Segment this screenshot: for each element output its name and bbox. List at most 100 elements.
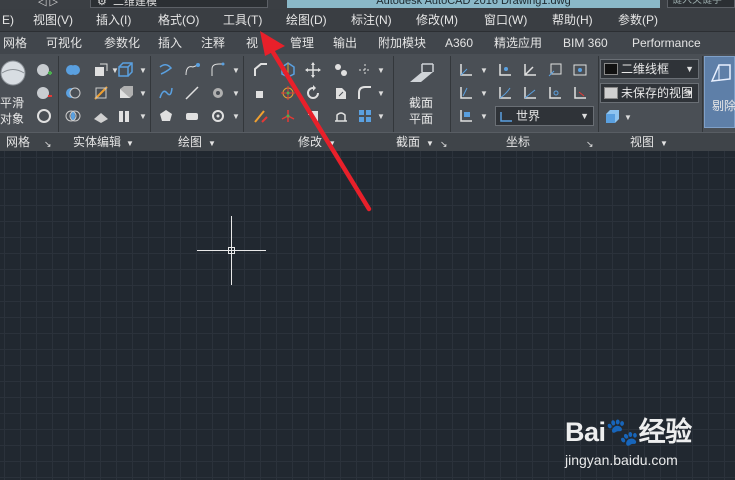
chevron-down-icon[interactable]: ▼ xyxy=(480,113,488,121)
named-view-combo[interactable]: 未保存的视图 ▼ xyxy=(600,83,699,103)
ucs-icon[interactable] xyxy=(457,61,475,79)
menu-view[interactable]: 视图(V) xyxy=(33,13,73,28)
chevron-down-icon[interactable]: ▼ xyxy=(232,113,240,121)
tab-output[interactable]: 输出 xyxy=(333,36,357,50)
chevron-down-icon[interactable]: ▼ xyxy=(660,137,668,151)
check-icon[interactable] xyxy=(116,107,134,125)
chevron-down-icon[interactable]: ▼ xyxy=(480,67,488,75)
offset-icon[interactable] xyxy=(332,84,350,102)
chevron-down-icon[interactable]: ▼ xyxy=(232,90,240,98)
menu-window[interactable]: 窗口(W) xyxy=(484,13,527,28)
curve-icon[interactable] xyxy=(157,84,175,102)
mesh-smooth-more-icon[interactable] xyxy=(35,61,53,79)
menu-parametric[interactable]: 参数(P) xyxy=(618,13,658,28)
tab-addins[interactable]: 附加模块 xyxy=(378,36,426,50)
line-icon[interactable] xyxy=(183,84,201,102)
polygon-icon[interactable] xyxy=(157,107,175,125)
chamfer-icon[interactable] xyxy=(356,84,374,102)
smooth-object-icon[interactable] xyxy=(0,60,26,86)
chevron-down-icon[interactable]: ▼ xyxy=(624,114,632,122)
chevron-down-icon[interactable]: ▼ xyxy=(377,113,385,121)
fillet-icon[interactable] xyxy=(252,61,270,79)
gizmo-icon[interactable] xyxy=(252,84,270,102)
move-icon[interactable] xyxy=(304,61,322,79)
ucs-view-icon[interactable] xyxy=(571,61,589,79)
polyline-icon[interactable] xyxy=(157,61,175,79)
tab-view[interactable]: 视 xyxy=(246,36,258,50)
menu-format[interactable]: 格式(O) xyxy=(158,13,199,28)
panel-section-label[interactable]: 截面 xyxy=(396,135,420,149)
chevron-down-icon[interactable]: ▼ xyxy=(328,137,336,151)
menu-tools[interactable]: 工具(T) xyxy=(223,13,262,28)
spline-icon[interactable] xyxy=(209,61,227,79)
tab-featured-apps[interactable]: 精选应用 xyxy=(494,36,542,50)
ucs-x-rotate-icon[interactable] xyxy=(571,84,589,102)
chevron-down-icon[interactable]: ▼ xyxy=(377,90,385,98)
tab-bim360[interactable]: BIM 360 xyxy=(563,36,608,50)
panel-coordinates-label[interactable]: 坐标 xyxy=(506,135,530,149)
menu-help[interactable]: 帮助(H) xyxy=(552,13,593,28)
ucs-named-icon[interactable] xyxy=(457,84,475,102)
menu-dimension[interactable]: 标注(N) xyxy=(351,13,392,28)
workspace-dropdown[interactable]: ⚙ 二维建模 xyxy=(90,0,268,8)
intersect-icon[interactable] xyxy=(64,107,82,125)
tab-visualize[interactable]: 可视化 xyxy=(46,36,82,50)
panel-draw-label[interactable]: 绘图 xyxy=(178,135,202,149)
chevron-down-icon[interactable]: ▼ xyxy=(208,137,216,151)
viewcube-icon[interactable] xyxy=(603,108,621,126)
chevron-down-icon[interactable]: ▼ xyxy=(377,67,385,75)
tab-mesh[interactable]: 网格 xyxy=(3,36,27,50)
mesh-refine-icon[interactable] xyxy=(35,107,53,125)
subtract-icon[interactable] xyxy=(64,84,82,102)
panel-mesh-label[interactable]: 网格 xyxy=(6,135,30,149)
3d-align-icon[interactable] xyxy=(279,107,297,125)
panel-solid-editing-label[interactable]: 实体编辑 xyxy=(73,135,121,149)
chevron-down-icon[interactable]: ▼ xyxy=(126,137,134,151)
3d-scale-icon[interactable] xyxy=(304,107,322,125)
menu-insert[interactable]: 插入(I) xyxy=(96,13,131,28)
slice-icon[interactable] xyxy=(92,84,110,102)
menu-edit[interactable]: E) xyxy=(2,13,14,28)
visual-style-combo[interactable]: 二维线框 ▼ xyxy=(600,59,699,79)
ucs-3point-icon[interactable] xyxy=(546,84,564,102)
chevron-down-icon[interactable]: ▼ xyxy=(139,90,147,98)
chevron-down-icon[interactable]: ▼ xyxy=(232,67,240,75)
chevron-down-icon[interactable]: ▼ xyxy=(480,90,488,98)
extract-edges-icon[interactable] xyxy=(92,61,110,79)
rotate-icon[interactable] xyxy=(304,84,322,102)
tab-annotate[interactable]: 注释 xyxy=(201,36,225,50)
align-icon[interactable] xyxy=(279,61,297,79)
ucs-origin-icon[interactable] xyxy=(496,84,514,102)
shell-icon[interactable] xyxy=(92,107,110,125)
box-icon[interactable] xyxy=(116,61,134,79)
quick-access-arrows[interactable]: ◁ ▷ xyxy=(38,0,58,9)
union-icon[interactable] xyxy=(64,61,82,79)
tab-insert[interactable]: 插入 xyxy=(158,36,182,50)
rectangle-icon[interactable] xyxy=(183,107,201,125)
ucs-icon-properties-icon[interactable] xyxy=(457,107,475,125)
section-plane-icon[interactable] xyxy=(406,60,436,90)
ucs-face-icon[interactable] xyxy=(546,61,564,79)
chevron-down-icon[interactable]: ▼ xyxy=(139,113,147,121)
panel-modify-label[interactable]: 修改 xyxy=(298,135,322,149)
copy-icon[interactable] xyxy=(332,61,350,79)
stretch-icon[interactable] xyxy=(332,107,350,125)
tab-parametric[interactable]: 参数化 xyxy=(104,36,140,50)
ucs-world-icon[interactable] xyxy=(496,61,514,79)
chevron-down-icon[interactable]: ▼ xyxy=(139,67,147,75)
tab-performance[interactable]: Performance xyxy=(632,36,701,50)
ucs-z-axis-icon[interactable] xyxy=(521,84,539,102)
dialog-launcher-icon[interactable]: ↘ xyxy=(440,137,448,151)
dialog-launcher-icon[interactable]: ↘ xyxy=(44,137,52,151)
menu-draw[interactable]: 绘图(D) xyxy=(286,13,327,28)
menu-modify[interactable]: 修改(M) xyxy=(416,13,458,28)
dialog-launcher-icon[interactable]: ↘ xyxy=(586,137,594,151)
helix-icon[interactable] xyxy=(183,61,201,79)
mesh-smooth-less-icon[interactable] xyxy=(35,84,53,102)
ucs-combo[interactable]: 世界 ▼ xyxy=(495,106,594,126)
3d-mirror-icon[interactable] xyxy=(252,107,270,125)
point-icon[interactable] xyxy=(209,84,227,102)
ucs-previous-icon[interactable] xyxy=(521,61,539,79)
tab-manage[interactable]: 管理 xyxy=(290,36,314,50)
array-icon[interactable] xyxy=(356,107,374,125)
